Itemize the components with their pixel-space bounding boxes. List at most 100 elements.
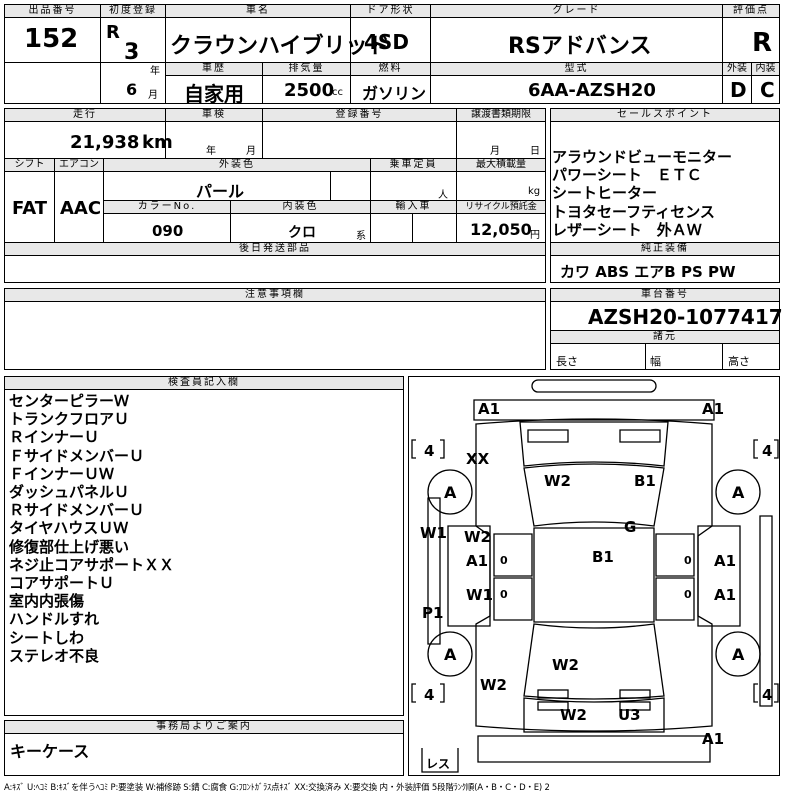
interior-color-unit: 系 [356, 231, 366, 242]
inspector-line: センターピラーＷ [9, 392, 130, 410]
displacement: 2500 [284, 80, 335, 101]
office-note: キーケース [10, 742, 90, 761]
import-label: 輸入車 [371, 201, 456, 214]
width-label: 幅 [650, 355, 661, 368]
chassis-number: AZSH20-1077417 [588, 305, 783, 329]
model-code: 6AA-AZSH20 [528, 80, 656, 101]
color-label: 外装色 [104, 159, 370, 172]
inspector-line: トランクフロアＵ [9, 410, 130, 429]
fuel: ガソリン [362, 84, 427, 103]
damage-mark: A1 [478, 400, 500, 418]
inspector-line: ＦインナーＵＷ [9, 464, 115, 483]
interior-color: クロ [288, 225, 316, 241]
sales-point: シートヒーター [552, 184, 658, 203]
notes-label: 注意事項欄 [5, 289, 545, 302]
shift-label: シフト [5, 159, 54, 172]
height-label: 高さ [728, 355, 750, 368]
grade-label: グレード [431, 5, 722, 18]
spare-tire-label: レス [426, 757, 450, 771]
sales-points-list: アラウンドビューモニター パワーシート ＥＴＣ シートヒーター トヨタセーフティ… [552, 148, 732, 239]
history: 自家用 [184, 82, 244, 106]
inspector-line: コアサポートＵ [9, 574, 115, 593]
mileage-label: 走行 [5, 109, 165, 122]
sales-point: パワーシート ＥＴＣ [552, 166, 702, 185]
equipment-label: 純正装備 [551, 243, 779, 256]
tire-tread-fr: 4 [762, 442, 772, 460]
damage-mark: W2 [480, 676, 507, 694]
recycle-fee: 12,050 [470, 220, 532, 239]
inspection-year-unit: 年 [206, 146, 216, 157]
history-label: 車歴 [166, 63, 262, 76]
transfer-day-unit: 日 [530, 146, 540, 157]
standard-equipment: カワ ABS エアB PS PW [560, 263, 736, 281]
sales-point: アラウンドビューモニター [552, 148, 733, 166]
damage-mark: B1 [634, 472, 656, 490]
inspector-line: シートしわ [9, 628, 85, 647]
damage-mark: A1 [702, 400, 724, 418]
fuel-label: 燃料 [351, 63, 430, 76]
damage-mark: W1 [466, 586, 493, 604]
damage-mark: W2 [464, 528, 491, 546]
damage-mark: XX [466, 450, 490, 468]
damage-mark: G [624, 518, 636, 536]
spec-label: 諸元 [551, 331, 779, 344]
int-color-label: 内装色 [231, 201, 370, 214]
tire-tread-fl: 4 [424, 442, 434, 460]
inspector-line: ＲサイドメンバーＵ [9, 501, 145, 520]
era: R [106, 22, 120, 43]
tire-grade-rr: A [732, 645, 745, 664]
tire-grade-fr: A [732, 483, 745, 502]
ac-type: AAC [60, 198, 102, 219]
reg-year: 3 [124, 40, 140, 65]
transfer-month-unit: 月 [490, 146, 500, 157]
inspector-line: ネジ止コアサポートＸＸ [9, 555, 175, 574]
load-unit: kg [528, 186, 541, 197]
office-label: 事務局よりご案内 [5, 721, 403, 734]
damage-mark: A1 [714, 586, 736, 604]
sales-points-label: セールスポイント [551, 109, 779, 122]
damage-mark: A1 [714, 552, 736, 570]
zero-mark: 0 [500, 588, 508, 601]
zero-mark: 0 [684, 588, 692, 601]
inspection-label: 車検 [166, 109, 262, 122]
transfer-label: 譲渡書類期限 [457, 109, 545, 122]
inspector-notes: センターピラーＷ トランクフロアＵ ＲインナーＵ ＦサイドメンバーＵ Ｆインナー… [9, 392, 174, 665]
zero-mark: 0 [500, 554, 508, 567]
displacement-unit: cc [332, 87, 343, 98]
car-diagram: A1 A1XXW2 B1W1 W2GA1 B1 A1W1 A1P1W2W2W2 U3A1 4 … [411, 379, 779, 773]
chassis-label: 車台番号 [551, 289, 779, 302]
tire-tread-rl: 4 [424, 686, 434, 704]
sales-point: トヨタセーフティセンス [552, 202, 715, 221]
car-name: クラウンハイブリッド [170, 34, 390, 59]
reg-month: 6 [126, 80, 138, 99]
tire-grade-fl: A [444, 483, 457, 502]
inspector-line: ＦサイドメンバーＵ [9, 446, 145, 465]
year-unit: 年 [150, 66, 160, 77]
shift-type: FAT [12, 198, 48, 219]
lot-number: 152 [24, 24, 79, 54]
mileage-unit: km [142, 132, 173, 153]
exterior-color: パール [196, 182, 245, 201]
inspector-label: 検査員記入欄 [5, 377, 403, 390]
inspector-line: 室内内張傷 [9, 592, 85, 611]
car-name-label: 車名 [166, 5, 350, 18]
interior-grade: C [760, 78, 775, 102]
capacity-label: 乗車定員 [371, 159, 456, 172]
reg-no-label: 登録番号 [263, 109, 456, 122]
color-no-label: カラーNo. [104, 201, 230, 214]
later-parts-label: 後日発送部品 [5, 243, 545, 256]
exterior-grade: D [730, 78, 747, 102]
inspector-line: ハンドルすれ [9, 610, 100, 629]
damage-mark: W1 [420, 524, 447, 542]
lot-no-label: 出品番号 [5, 5, 100, 18]
length-label: 長さ [556, 355, 578, 368]
damage-mark: A1 [702, 730, 724, 748]
score: R [752, 28, 773, 58]
mileage: 21,938 [70, 132, 140, 153]
month-unit: 月 [148, 90, 158, 101]
displacement-label: 排気量 [263, 63, 350, 76]
damage-mark: B1 [592, 548, 614, 566]
ac-label: エアコン [55, 159, 103, 172]
model-label: 型式 [431, 63, 722, 76]
exterior-label: 外装 [723, 63, 751, 76]
